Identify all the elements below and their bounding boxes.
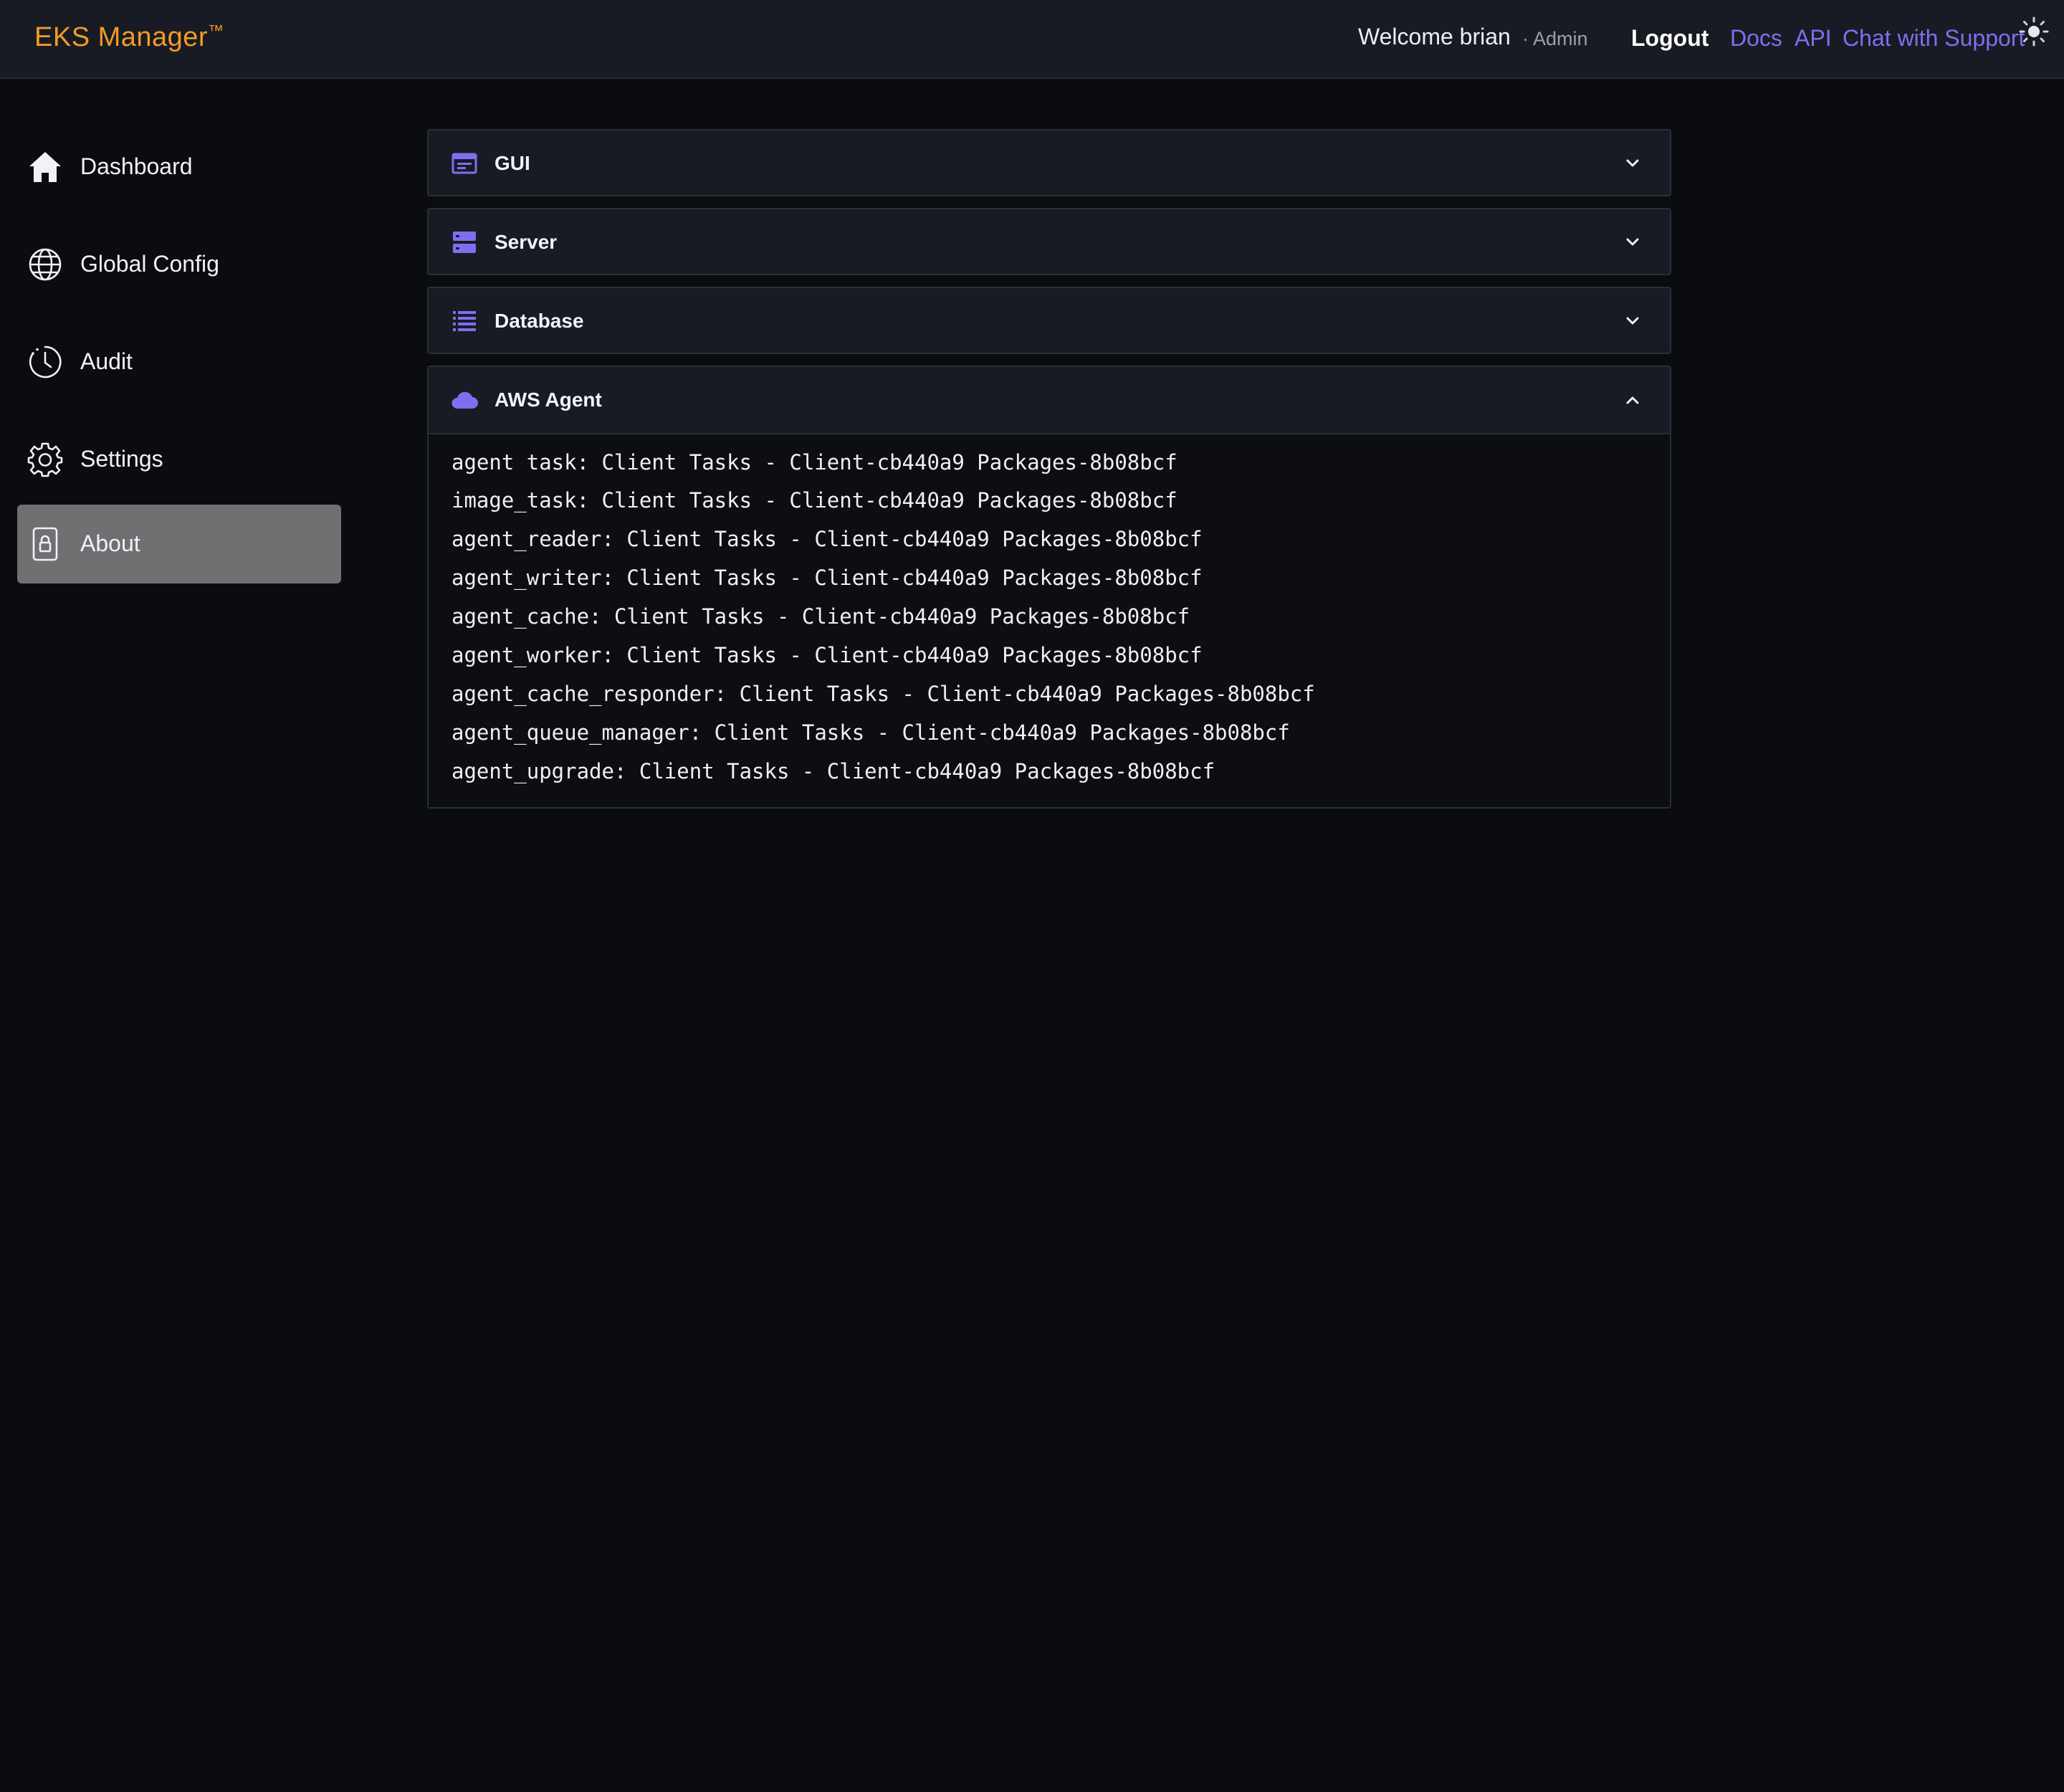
sidebar-item-about[interactable]: About [17,505,341,583]
agent-info-line: image_task: Client Tasks - Client-cb440a… [452,488,1177,513]
panel-database: Database [427,287,1671,354]
chevron-down-icon [1626,238,1639,246]
brand-name: EKS Manager [34,22,209,52]
api-link[interactable]: API [1795,25,1832,52]
chevron-down-icon [1626,159,1639,167]
lock-icon [32,527,58,561]
docs-link[interactable]: Docs [1730,25,1782,52]
panel-server-header[interactable]: Server [429,209,1670,275]
sidebar-item-label: About [80,530,140,556]
agent-info-line: agent_reader: Client Tasks - Client-cb44… [452,527,1203,551]
brand-logo[interactable]: EKS Manager™ [34,22,224,53]
aws-agent-details: agent task: Client Tasks - Client-cb440a… [429,433,1670,807]
sidebar-item-label: Settings [80,446,163,472]
window-icon [452,153,477,174]
panel-server: Server [427,208,1671,275]
panel-title: Database [494,310,584,332]
sidebar-item-label: Dashboard [80,153,193,179]
gear-icon [27,442,63,477]
agent-info-line: agent_cache: Client Tasks - Client-cb440… [452,604,1190,629]
theme-toggle-button[interactable] [2018,16,2050,47]
panel-title: Server [494,231,558,253]
agent-info-line: agent_cache_responder: Client Tasks - Cl… [452,682,1315,706]
logout-button[interactable]: Logout [1631,25,1709,52]
panel-aws-agent-header[interactable]: AWS Agent [429,367,1670,433]
agent-info-line: agent_worker: Client Tasks - Client-cb44… [452,643,1203,667]
sidebar-item-global-config[interactable]: Global Config [17,225,341,304]
server-icon [453,232,476,253]
user-role: · Admin [1522,28,1588,49]
panel-gui-header[interactable]: GUI [429,130,1670,196]
sidebar-item-dashboard[interactable]: Dashboard [17,128,341,206]
chevron-up-icon [1626,396,1639,404]
sidebar: Dashboard Global Config Audit Settings A… [0,80,358,1792]
chevron-down-icon [1626,317,1639,325]
panel-database-header[interactable]: Database [429,288,1670,354]
database-icon [453,311,476,331]
sidebar-item-audit[interactable]: Audit [17,323,341,401]
panel-gui: GUI [427,129,1671,196]
agent-info-line: agent_writer: Client Tasks - Client-cb44… [452,566,1203,590]
chat-support-link[interactable]: Chat with Support [1843,25,2025,52]
panel-title: GUI [494,152,530,174]
globe-icon [29,248,62,281]
welcome-text: Welcome brian [1358,24,1511,49]
agent-info-line: agent task: Client Tasks - Client-cb440a… [452,450,1177,475]
agent-info-line: agent_upgrade: Client Tasks - Client-cb4… [452,759,1215,783]
clock-icon [29,345,62,378]
panel-title: AWS Agent [494,389,602,411]
trademark-mark: ™ [208,22,224,39]
agent-info-line: agent_queue_manager: Client Tasks - Clie… [452,720,1290,745]
top-bar: EKS Manager™ Welcome brian · Admin Logou… [0,0,2064,79]
cloud-icon [452,391,478,409]
sidebar-item-label: Global Config [80,251,219,277]
panel-aws-agent: AWS Agent agent task: Client Tasks - Cli… [427,366,1671,809]
sidebar-item-settings[interactable]: Settings [17,420,341,499]
home-icon [29,152,61,182]
sun-icon [2019,16,2049,47]
sidebar-item-label: Audit [80,348,133,374]
